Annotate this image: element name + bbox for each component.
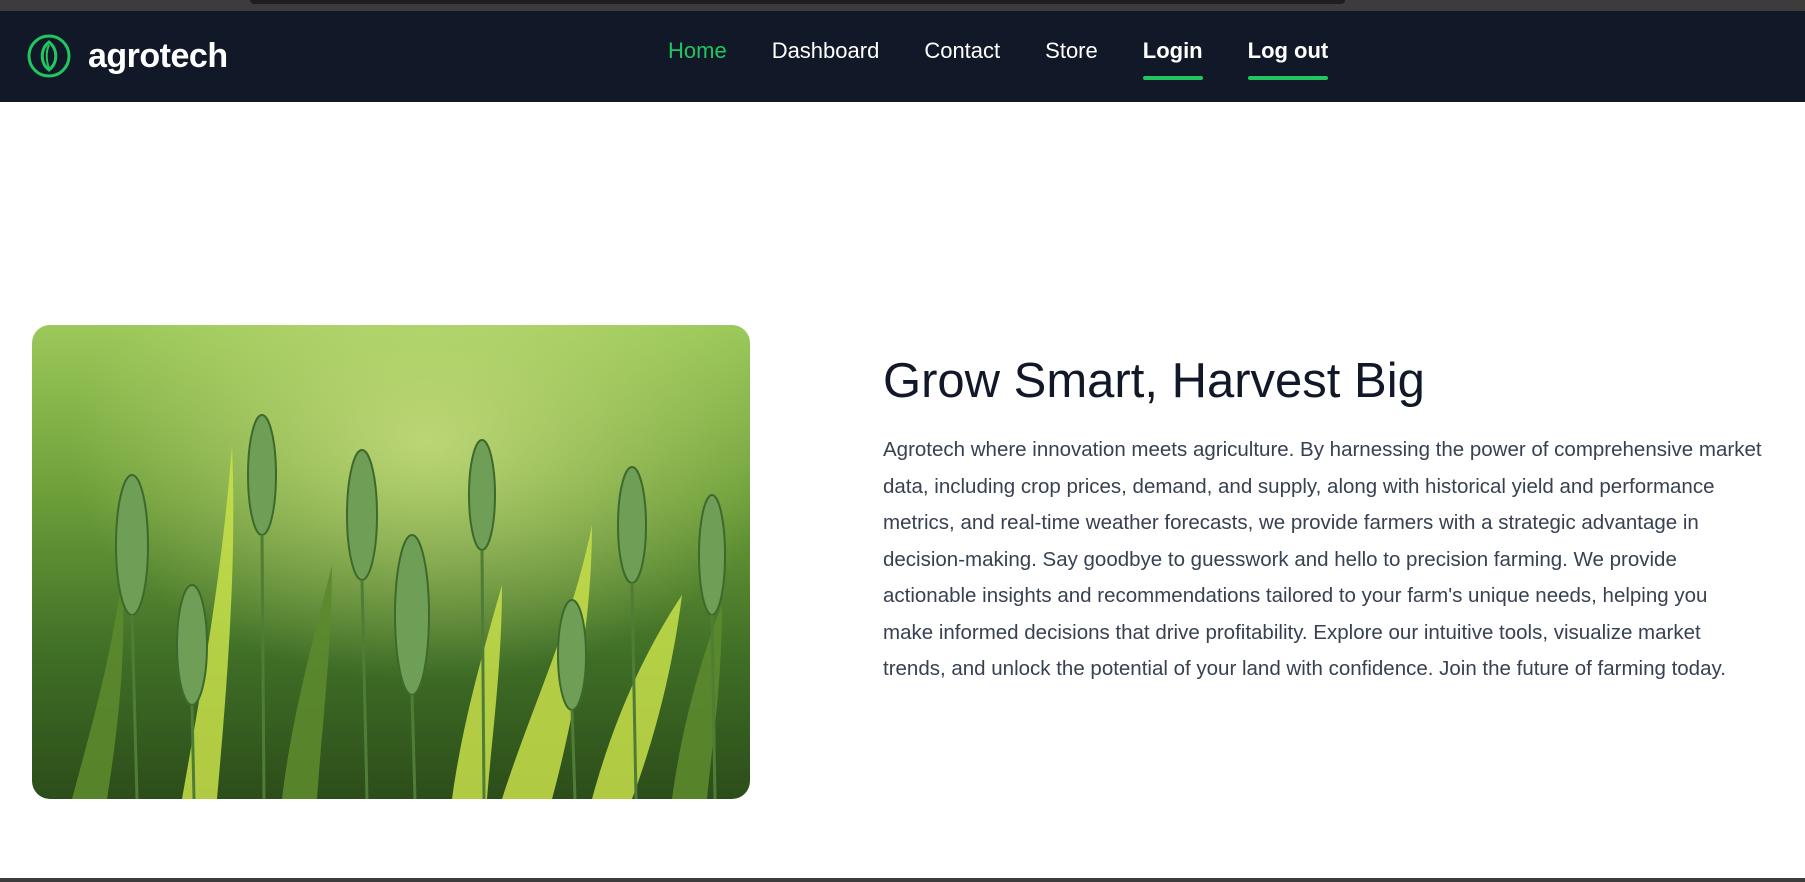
hero-title: Grow Smart, Harvest Big [883,354,1425,408]
nav-dashboard[interactable]: Dashboard [772,38,880,64]
nav-login[interactable]: Login [1142,38,1203,80]
brand-name: agrotech [88,36,228,75]
brand-logo[interactable]: agrotech [26,32,228,80]
nav-contact[interactable]: Contact [924,38,1000,64]
browser-top-strip [0,0,1805,11]
hero-image-wheat-field [32,325,750,799]
nav-logout[interactable]: Log out [1247,38,1328,80]
navbar: agrotech Home Dashboard Contact Store Lo… [0,11,1805,102]
leaf-logo-icon [27,34,71,78]
nav-store[interactable]: Store [1045,38,1098,64]
browser-tab-edge [250,0,1345,4]
window-bottom-edge [0,878,1805,882]
hero-description: Agrotech where innovation meets agricult… [883,438,1762,680]
main-nav: Home Dashboard Contact Store Login Log o… [668,11,1373,102]
wheat-field-illustration [32,325,750,799]
nav-home[interactable]: Home [668,38,727,64]
